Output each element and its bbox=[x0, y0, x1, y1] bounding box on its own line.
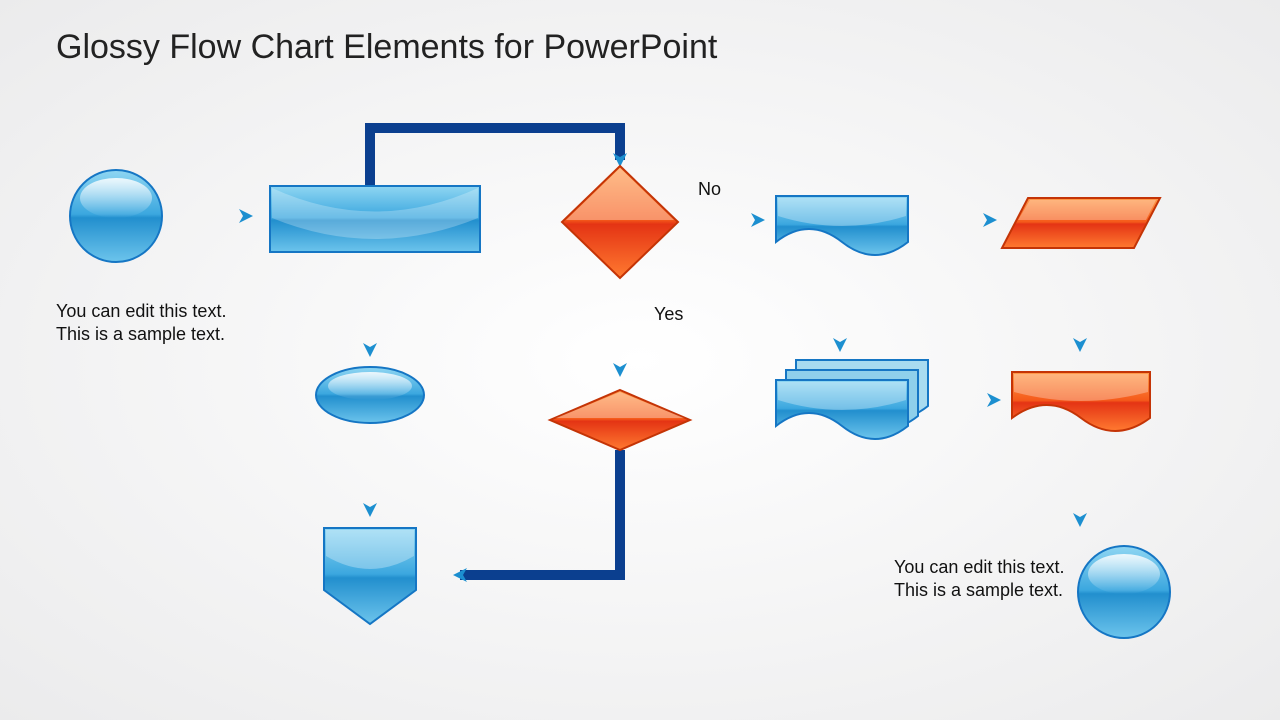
ellipse-shape bbox=[316, 367, 424, 423]
flat-diamond-shape bbox=[550, 390, 690, 450]
multi-document-shape bbox=[776, 360, 928, 439]
display-shape bbox=[1012, 372, 1150, 431]
arrow-process-loop-to-decision bbox=[370, 128, 620, 185]
label-no: No bbox=[698, 179, 721, 199]
arrow-flatdiamond-to-offpage bbox=[460, 450, 620, 575]
label-yes: Yes bbox=[654, 304, 683, 324]
offpage-connector-shape bbox=[324, 528, 416, 624]
flowchart-canvas: No Yes bbox=[0, 0, 1280, 720]
start-circle-shape bbox=[70, 170, 162, 262]
end-circle-shape bbox=[1078, 546, 1170, 638]
process-rectangle-shape bbox=[270, 186, 480, 252]
decision-diamond-shape bbox=[562, 166, 678, 278]
document-shape bbox=[776, 196, 908, 255]
data-parallelogram-shape bbox=[1002, 198, 1160, 248]
caption-left: You can edit this text. This is a sample… bbox=[56, 300, 236, 345]
slide-stage: Glossy Flow Chart Elements for PowerPoin… bbox=[0, 0, 1280, 720]
caption-right: You can edit this text. This is a sample… bbox=[894, 556, 1074, 601]
